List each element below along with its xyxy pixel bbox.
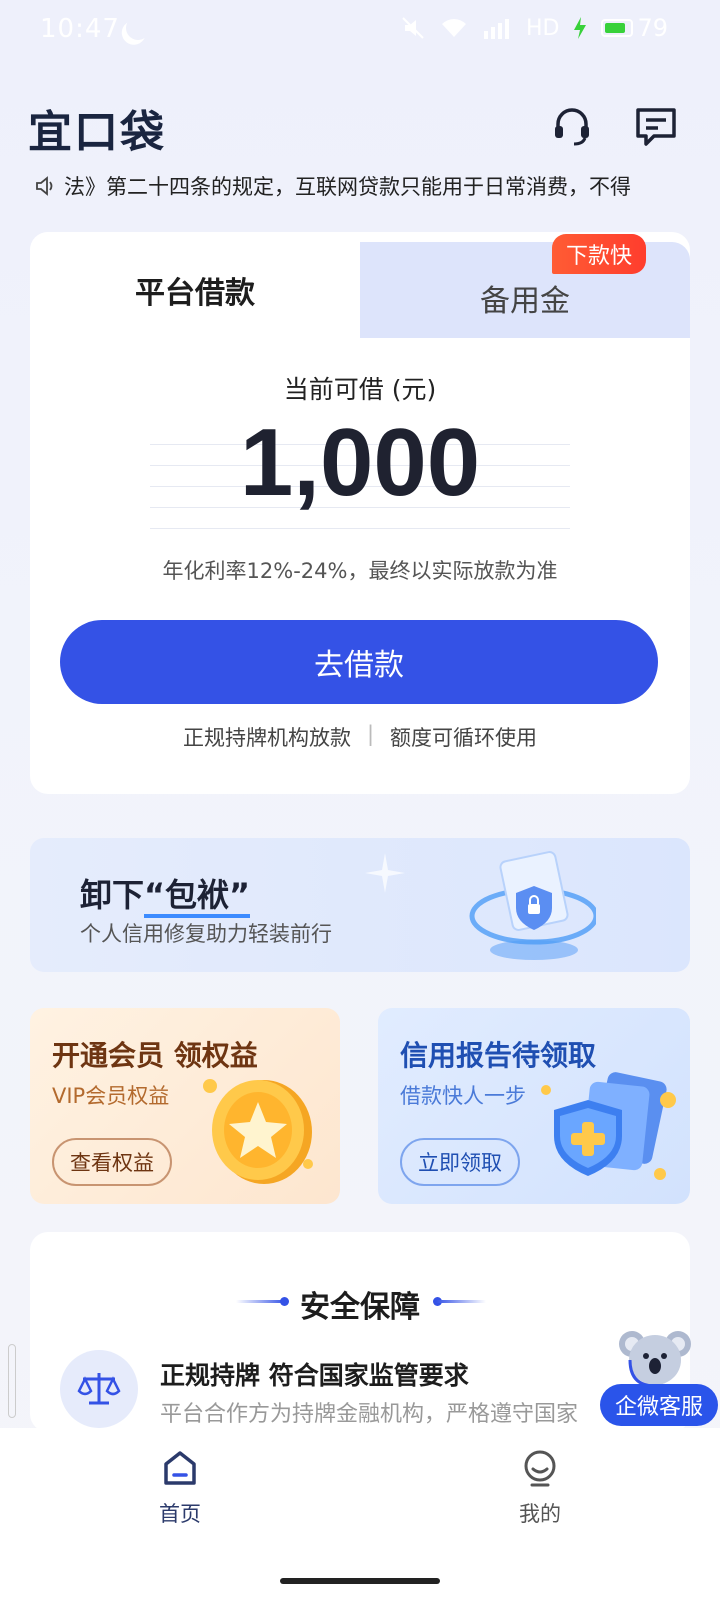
fast-badge: 下款快 <box>552 234 647 274</box>
sparkle-icon <box>365 853 405 893</box>
bottom-nav <box>0 1428 720 1600</box>
wecom-service-button[interactable]: 企微客服 <box>600 1384 718 1426</box>
feature-licensed: 正规持牌机构放款 <box>182 726 351 750</box>
credit-report-title: 信用报告待领取 <box>400 1039 597 1072</box>
signal-icon <box>483 19 509 39</box>
wifi-icon <box>441 19 466 37</box>
safety-item-title: 正规持牌 符合国家监管要求 <box>160 1361 469 1390</box>
home-indicator <box>280 1578 440 1584</box>
headset-icon[interactable] <box>550 104 594 148</box>
nav-mine-label: 我的 <box>519 1502 561 1526</box>
speaker-icon <box>36 176 53 196</box>
banner-subtitle: 个人信用修复助力轻装前行 <box>80 922 332 946</box>
battery-icon: 79 <box>601 14 668 42</box>
loan-features: 正规持牌机构放款 | 额度可循环使用 <box>30 722 690 752</box>
available-label: 当前可借 (元) <box>283 375 437 404</box>
charging-icon <box>574 17 587 39</box>
balance-scale-icon <box>60 1350 138 1428</box>
status-time: 10:47 <box>40 14 120 44</box>
nav-home-label: 首页 <box>159 1502 201 1526</box>
rate-note: 年化利率12%-24%，最终以实际放款为准 <box>162 559 558 583</box>
network-type: HD <box>525 15 560 41</box>
status-bar: 10:47 HD 79 <box>0 0 720 60</box>
mute-icon <box>402 17 424 39</box>
battery-level: 79 <box>637 14 668 42</box>
nav-mine[interactable]: 我的 <box>500 1448 580 1528</box>
available-amount: 1,000 <box>239 409 481 516</box>
view-benefits-button[interactable]: 查看权益 <box>52 1138 172 1186</box>
feature-revolving: 额度可循环使用 <box>390 726 538 750</box>
koala-mascot-icon[interactable] <box>618 1320 692 1394</box>
borrow-button[interactable]: 去借款 <box>60 620 658 704</box>
notice-bar[interactable]: 法》第二十四条的规定，互联网贷款只能用于日常消费，不得 <box>34 166 684 206</box>
feature-divider: | <box>366 722 375 746</box>
document-shield-illustration <box>469 851 596 960</box>
side-scroll-indicator <box>8 1344 16 1418</box>
tab-platform-loan-label: 平台借款 <box>135 276 255 311</box>
notice-text: 法》第二十四条的规定，互联网贷款只能用于日常消费，不得 <box>64 175 631 199</box>
shield-plus-illustration <box>541 1072 676 1180</box>
home-icon <box>164 1451 196 1485</box>
app-logo: 宜口袋 <box>28 107 166 158</box>
safety-title: 安全保障 <box>300 1290 420 1325</box>
title-decoration-right <box>436 1300 486 1303</box>
tab-backup-fund-label: 备用金 <box>480 284 570 319</box>
star-coin-illustration <box>203 1079 313 1184</box>
profile-icon <box>524 1450 556 1487</box>
vip-promo-subtitle: VIP会员权益 <box>52 1084 170 1108</box>
banner-title: 卸下“包袱” <box>80 870 251 918</box>
banner-title-highlight: “包袱” <box>144 876 251 918</box>
moon-icon <box>122 12 155 45</box>
safety-item-desc: 平台合作方为持牌金融机构，严格遵守国家 <box>160 1402 579 1427</box>
vip-promo-title: 开通会员 领权益 <box>52 1039 258 1072</box>
claim-now-button[interactable]: 立即领取 <box>400 1138 520 1186</box>
message-icon[interactable] <box>634 104 678 148</box>
credit-report-subtitle: 借款快人一步 <box>400 1084 526 1108</box>
status-icons: HD 79 <box>400 14 668 42</box>
nav-home[interactable]: 首页 <box>140 1448 220 1528</box>
